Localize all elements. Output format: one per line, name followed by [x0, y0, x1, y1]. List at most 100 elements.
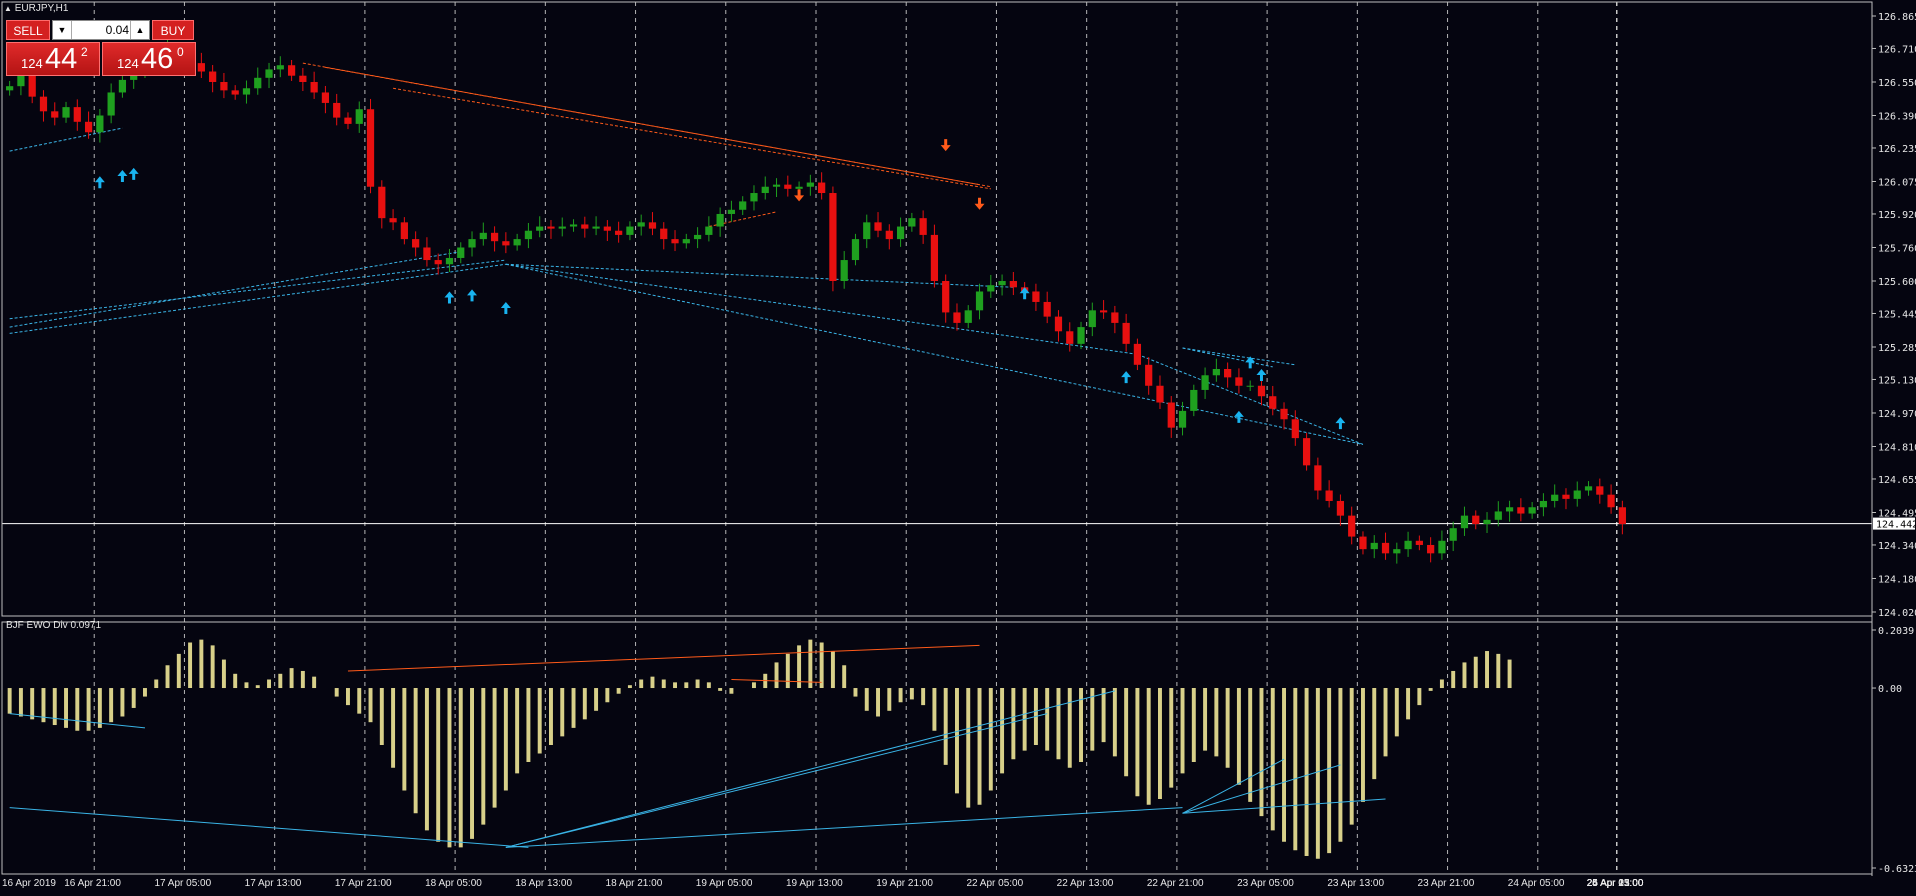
bull-candle	[1088, 310, 1096, 328]
bear-candle	[1156, 385, 1164, 403]
bull-candle	[998, 281, 1006, 286]
bull-candle	[524, 230, 533, 240]
bull-candle	[479, 232, 487, 240]
bull-candle	[840, 260, 848, 282]
bear-candle	[1336, 500, 1345, 516]
lot-size-input[interactable]	[73, 21, 129, 39]
bear-candle	[671, 239, 679, 244]
bear-candle	[366, 109, 375, 187]
bull-candle	[851, 239, 860, 261]
bear-candle	[310, 81, 318, 93]
y-tick-label: 126.390	[1878, 112, 1916, 123]
bear-candle	[648, 222, 657, 229]
bear-candle	[412, 239, 420, 248]
y-tick-label: 125.600	[1878, 277, 1916, 288]
buy-button[interactable]: BUY	[152, 20, 194, 40]
symbol-title-text: EURJPY,H1	[14, 3, 69, 14]
bull-candle	[96, 115, 104, 133]
bear-candle	[1302, 438, 1311, 466]
y-tick-label: 124.655	[1878, 475, 1916, 486]
bull-candle	[118, 79, 127, 93]
indicator-y-tick-label: 0.2039	[1878, 626, 1914, 637]
bear-candle	[197, 63, 205, 72]
bull-candle	[445, 257, 454, 265]
y-tick-label: 125.920	[1878, 210, 1916, 221]
current-price-label: 124.442	[1876, 520, 1916, 531]
bear-candle	[39, 96, 48, 112]
bull-candle	[1505, 507, 1514, 512]
bull-candle	[1077, 327, 1085, 344]
sell-button[interactable]: SELL	[6, 20, 50, 40]
lot-size-stepper[interactable]: ▼ ▲	[52, 20, 150, 40]
sell-price-quote[interactable]: 124 44 2	[6, 42, 100, 76]
bear-candle	[1562, 494, 1570, 499]
y-tick-label: 125.445	[1878, 309, 1916, 320]
bull-candle	[1460, 515, 1469, 529]
x-tick-label: 19 Apr 13:00	[786, 878, 843, 889]
bull-candle	[1201, 375, 1209, 390]
bull-candle	[536, 226, 544, 231]
bear-candle	[389, 218, 397, 223]
bull-candle	[569, 224, 578, 227]
bull-candle	[457, 247, 465, 258]
x-tick-label: 16 Apr 2019	[2, 878, 56, 889]
x-tick-label: 17 Apr 05:00	[154, 878, 211, 889]
bull-candle	[908, 218, 916, 227]
bear-candle	[547, 226, 555, 229]
bear-candle	[299, 75, 307, 82]
bull-candle	[750, 193, 758, 202]
y-tick-label: 126.235	[1878, 144, 1916, 155]
bear-candle	[942, 281, 950, 313]
bear-candle	[1122, 322, 1130, 344]
bull-candle	[1393, 549, 1401, 554]
bull-candle	[107, 92, 115, 116]
bull-candle	[242, 88, 251, 95]
bear-candle	[1257, 385, 1266, 397]
bear-candle	[1618, 507, 1626, 525]
buy-price-pips: 46	[141, 43, 174, 75]
chart-canvas[interactable]: 16 Apr 2019 16 Apr 21:00 17 Apr 05:00 17 Ap…	[0, 0, 1916, 896]
bear-candle	[1325, 490, 1333, 501]
chevron-down-icon[interactable]: ▼	[53, 21, 72, 39]
bull-candle	[727, 209, 736, 214]
bear-candle	[784, 184, 792, 189]
x-tick-label: 16 Apr 21:00	[64, 878, 121, 889]
bull-candle	[1539, 500, 1548, 508]
bear-candle	[874, 222, 882, 231]
buy-price-fraction: 0	[177, 45, 184, 59]
bear-candle	[1359, 536, 1367, 550]
bear-candle	[400, 222, 408, 240]
bull-candle	[1370, 542, 1378, 550]
bear-candle	[1314, 465, 1322, 491]
x-tick-label: 22 Apr 13:00	[1057, 878, 1114, 889]
bull-candle	[1528, 507, 1536, 514]
chevron-up-icon[interactable]: ▲	[130, 21, 149, 39]
bull-candle	[863, 222, 871, 240]
y-tick-label: 124.020	[1878, 608, 1916, 619]
triangle-up-icon: ▲	[4, 4, 12, 13]
bear-candle	[930, 234, 939, 282]
bull-candle	[1404, 540, 1412, 550]
indicator-y-tick-label: 0.00	[1878, 684, 1902, 695]
bull-candle	[772, 184, 781, 187]
bull-candle	[355, 109, 363, 124]
bull-candle	[1483, 519, 1491, 525]
bear-candle	[84, 121, 93, 133]
bull-candle	[716, 213, 724, 227]
bear-candle	[1145, 364, 1153, 386]
bull-candle	[592, 226, 600, 229]
bear-candle	[615, 230, 623, 235]
bear-candle	[231, 90, 239, 95]
bull-candle	[468, 239, 476, 248]
y-tick-label: 125.760	[1878, 243, 1916, 254]
bull-candle	[1573, 490, 1581, 499]
buy-price-prefix: 124	[117, 56, 139, 71]
y-tick-label: 124.970	[1878, 409, 1916, 420]
bear-candle	[344, 117, 352, 124]
x-tick-label: 23 Apr 21:00	[1418, 878, 1475, 889]
y-tick-label: 124.810	[1878, 443, 1916, 454]
bear-candle	[434, 260, 442, 265]
buy-price-quote[interactable]: 124 46 0	[102, 42, 196, 76]
bull-candle	[1494, 511, 1502, 520]
bear-candle	[1607, 494, 1615, 508]
